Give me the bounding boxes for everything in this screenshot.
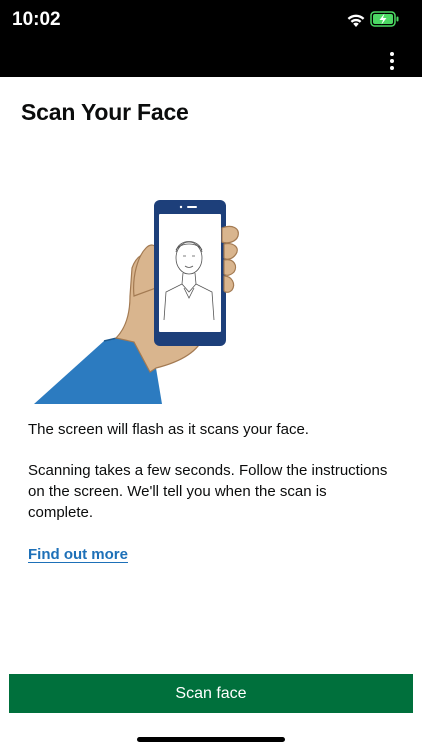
- page-title: Scan Your Face: [21, 99, 189, 125]
- hand-holding-phone-illustration: [34, 200, 239, 404]
- scan-face-button[interactable]: Scan face: [9, 674, 413, 713]
- status-bar: 10:02: [0, 0, 422, 44]
- find-out-more-link[interactable]: Find out more: [28, 546, 128, 563]
- app-bar: [0, 44, 422, 77]
- battery-charging-icon: [370, 11, 399, 27]
- instruction-text-flash: The screen will flash as it scans your f…: [28, 421, 309, 438]
- wifi-icon: [347, 14, 365, 27]
- more-options-icon[interactable]: [386, 52, 398, 70]
- status-time: 10:02: [12, 9, 61, 30]
- instruction-text-scanning: Scanning takes a few seconds. Follow the…: [28, 462, 388, 521]
- home-indicator[interactable]: [137, 737, 285, 742]
